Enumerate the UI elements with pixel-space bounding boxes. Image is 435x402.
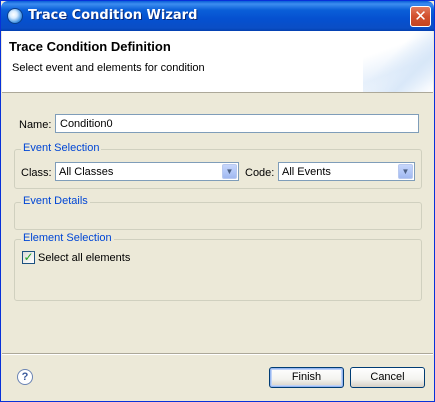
- checkmark-icon: ✓: [23, 250, 34, 264]
- chevron-down-icon[interactable]: ▼: [222, 164, 237, 179]
- window-title: Trace Condition Wizard: [28, 8, 198, 23]
- finish-button[interactable]: Finish: [269, 367, 344, 388]
- footer-separator-highlight: [2, 354, 433, 355]
- element-selection-legend: Element Selection: [21, 232, 114, 244]
- name-label: Name:: [19, 119, 52, 131]
- close-button[interactable]: ✕: [410, 6, 431, 27]
- event-details-legend: Event Details: [21, 195, 90, 207]
- header-decoration: [363, 31, 433, 92]
- element-selection-group: Element Selection: [14, 232, 422, 301]
- title-bar[interactable]: Trace Condition Wizard ✕: [1, 1, 434, 31]
- event-selection-legend: Event Selection: [21, 142, 102, 154]
- page-title: Trace Condition Definition: [9, 39, 171, 54]
- chevron-down-icon[interactable]: ▼: [398, 164, 413, 179]
- class-label: Class:: [21, 167, 52, 179]
- name-input[interactable]: [55, 114, 419, 133]
- wizard-window: Trace Condition Wizard ✕ Trace Condition…: [0, 0, 435, 402]
- code-label: Code:: [245, 167, 275, 179]
- wizard-header: Trace Condition Definition Select event …: [2, 31, 433, 93]
- class-select-value: All Classes: [59, 166, 114, 178]
- event-details-group: Event Details: [14, 195, 422, 230]
- select-all-checkbox[interactable]: ✓: [22, 251, 35, 264]
- close-icon: ✕: [414, 7, 427, 25]
- help-icon[interactable]: ?: [17, 369, 33, 385]
- code-select-value: All Events: [282, 166, 331, 178]
- page-description: Select event and elements for condition: [12, 62, 205, 74]
- wizard-app-icon: [7, 8, 23, 24]
- cancel-button[interactable]: Cancel: [350, 367, 425, 388]
- class-select[interactable]: All Classes ▼: [55, 162, 239, 181]
- select-all-label[interactable]: Select all elements: [38, 252, 130, 264]
- code-select[interactable]: All Events ▼: [278, 162, 415, 181]
